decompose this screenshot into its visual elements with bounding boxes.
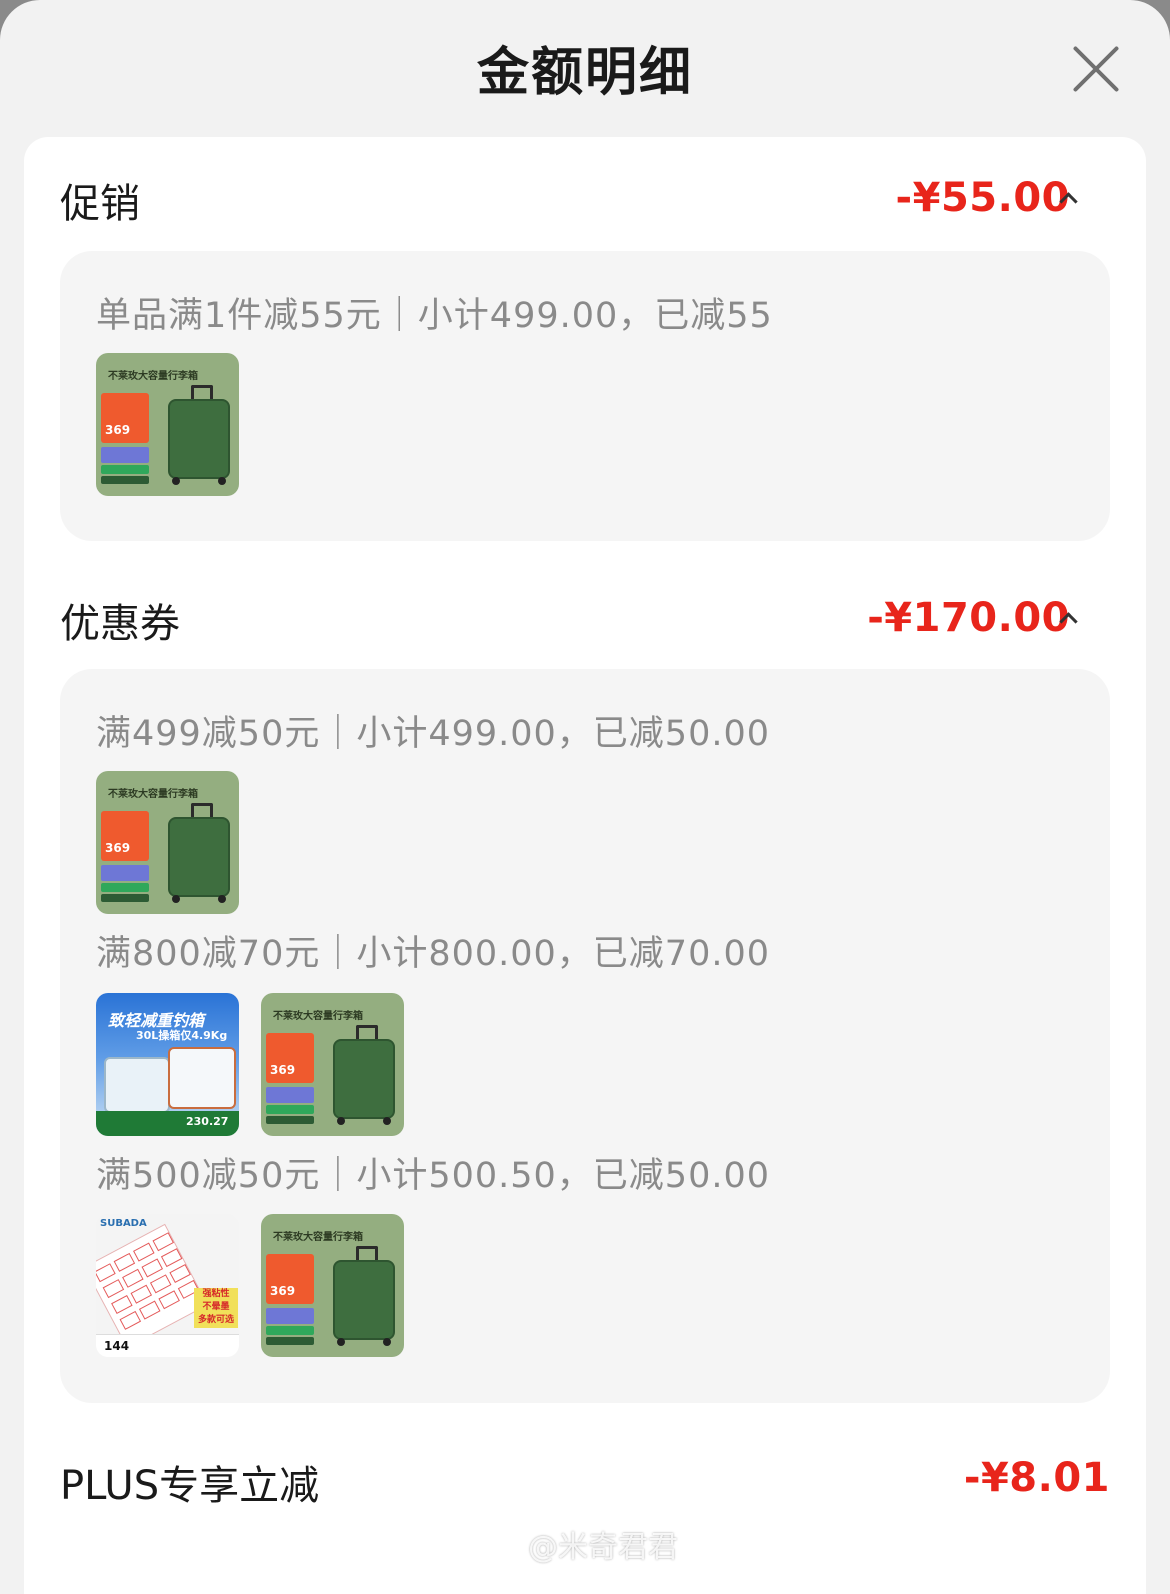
coupon-rule-3: 满500减50元｜小计500.50，已减50.00 xyxy=(96,1156,771,1196)
suitcase-blue-tag xyxy=(266,1308,314,1324)
product-thumb-suitcase[interactable]: 不莱玫大容量行李箱 369 xyxy=(261,1214,404,1357)
suitcase-wheel xyxy=(172,895,180,903)
suitcase-wheel xyxy=(337,1117,345,1125)
suitcase-red-tag: 369 xyxy=(101,811,149,861)
suitcase-wheel xyxy=(172,477,180,485)
plus-label: PLUS专享立减 xyxy=(60,1463,320,1509)
suitcase-red-tag: 369 xyxy=(266,1254,314,1304)
suitcase-green-tag xyxy=(101,883,149,892)
suitcase-blue-tag xyxy=(101,865,149,881)
labels-feature-3: 多款可选 xyxy=(197,1315,234,1325)
suitcase-wheel xyxy=(383,1117,391,1125)
suitcase-banner: 不莱玫大容量行李箱 xyxy=(108,789,198,800)
amount-detail-sheet: 金额明细 促销 -¥55.00 单品满1件减55元｜小计499.00，已减55 … xyxy=(0,0,1170,1594)
fishbox-bottom-bar: 230.27 xyxy=(96,1111,239,1136)
fishbox-image-left xyxy=(104,1057,170,1113)
sheet-header: 金额明细 xyxy=(0,0,1170,132)
labels-feature-badge: 强粘性 不晕墨 多款可选 xyxy=(194,1288,238,1328)
suitcase-dark-tag xyxy=(266,1116,314,1124)
product-thumb-suitcase[interactable]: 不莱玫大容量行李箱 369 xyxy=(261,993,404,1136)
promotion-amount: -¥55.00 xyxy=(895,175,1070,221)
coupon-label: 优惠券 xyxy=(60,601,180,647)
product-thumb-labels[interactable]: SUBADA 强粘性 不晕墨 多款可选 144 xyxy=(96,1214,239,1357)
product-thumb-suitcase[interactable]: 不莱玫大容量行李箱 369 xyxy=(96,353,239,496)
suitcase-wheel xyxy=(337,1338,345,1346)
suitcase-price: 369 xyxy=(105,423,131,437)
label-sheet-image xyxy=(96,1223,209,1349)
promotion-rule: 单品满1件减55元｜小计499.00，已减55 xyxy=(96,296,773,336)
suitcase-wheel xyxy=(218,477,226,485)
suitcase-body xyxy=(333,1260,395,1340)
coupon-box: 满499减50元｜小计499.00，已减50.00 不莱玫大容量行李箱 369 … xyxy=(60,669,1110,1403)
suitcase-wheel xyxy=(218,895,226,903)
close-icon[interactable] xyxy=(1066,38,1126,98)
page-title: 金额明细 xyxy=(476,43,693,103)
labels-feature-2: 不晕墨 xyxy=(202,1302,230,1312)
labels-count: 144 xyxy=(104,1339,130,1353)
suitcase-body xyxy=(168,817,230,897)
collapse-promotion-icon[interactable] xyxy=(1060,191,1074,205)
suitcase-price: 369 xyxy=(270,1063,296,1077)
fishbox-image-right xyxy=(168,1047,236,1109)
suitcase-body xyxy=(168,399,230,479)
fishbox-price: 230.27 xyxy=(186,1115,229,1128)
suitcase-banner: 不莱玫大容量行李箱 xyxy=(273,1232,363,1243)
suitcase-price: 369 xyxy=(105,841,131,855)
suitcase-dark-tag xyxy=(101,476,149,484)
suitcase-green-tag xyxy=(101,465,149,474)
suitcase-dark-tag xyxy=(266,1337,314,1345)
labels-feature-1: 强粘性 xyxy=(202,1289,230,1299)
suitcase-body xyxy=(333,1039,395,1119)
suitcase-blue-tag xyxy=(266,1087,314,1103)
weibo-icon xyxy=(480,1527,522,1561)
labels-brand: SUBADA xyxy=(100,1218,147,1229)
suitcase-blue-tag xyxy=(101,447,149,463)
promotion-label: 促销 xyxy=(60,181,140,227)
suitcase-banner: 不莱玫大容量行李箱 xyxy=(108,371,198,382)
suitcase-green-tag xyxy=(266,1105,314,1114)
labels-bottom-bar: 144 xyxy=(96,1334,239,1357)
coupon-rule-1: 满499减50元｜小计499.00，已减50.00 xyxy=(96,714,771,754)
suitcase-banner: 不莱玫大容量行李箱 xyxy=(273,1011,363,1022)
product-thumb-suitcase[interactable]: 不莱玫大容量行李箱 369 xyxy=(96,771,239,914)
collapse-coupon-icon[interactable] xyxy=(1060,611,1074,625)
suitcase-price: 369 xyxy=(270,1284,296,1298)
watermark-text: @米奇君君 xyxy=(528,1530,678,1565)
suitcase-green-tag xyxy=(266,1326,314,1335)
coupon-amount: -¥170.00 xyxy=(867,595,1070,641)
suitcase-dark-tag xyxy=(101,894,149,902)
promotion-box: 单品满1件减55元｜小计499.00，已减55 不莱玫大容量行李箱 369 xyxy=(60,251,1110,541)
coupon-rule-2: 满800减70元｜小计800.00，已减70.00 xyxy=(96,934,771,974)
detail-card: 促销 -¥55.00 单品满1件减55元｜小计499.00，已减55 不莱玫大容… xyxy=(24,137,1146,1594)
fishbox-subtitle: 30L操箱仅4.9Kg xyxy=(136,1029,228,1042)
suitcase-red-tag: 369 xyxy=(266,1033,314,1083)
suitcase-wheel xyxy=(383,1338,391,1346)
watermark: @米奇君君 xyxy=(480,1522,678,1566)
suitcase-red-tag: 369 xyxy=(101,393,149,443)
product-thumb-fishing-box[interactable]: 致轻减重钓箱 30L操箱仅4.9Kg 230.27 xyxy=(96,993,239,1136)
plus-amount: -¥8.01 xyxy=(963,1455,1110,1501)
